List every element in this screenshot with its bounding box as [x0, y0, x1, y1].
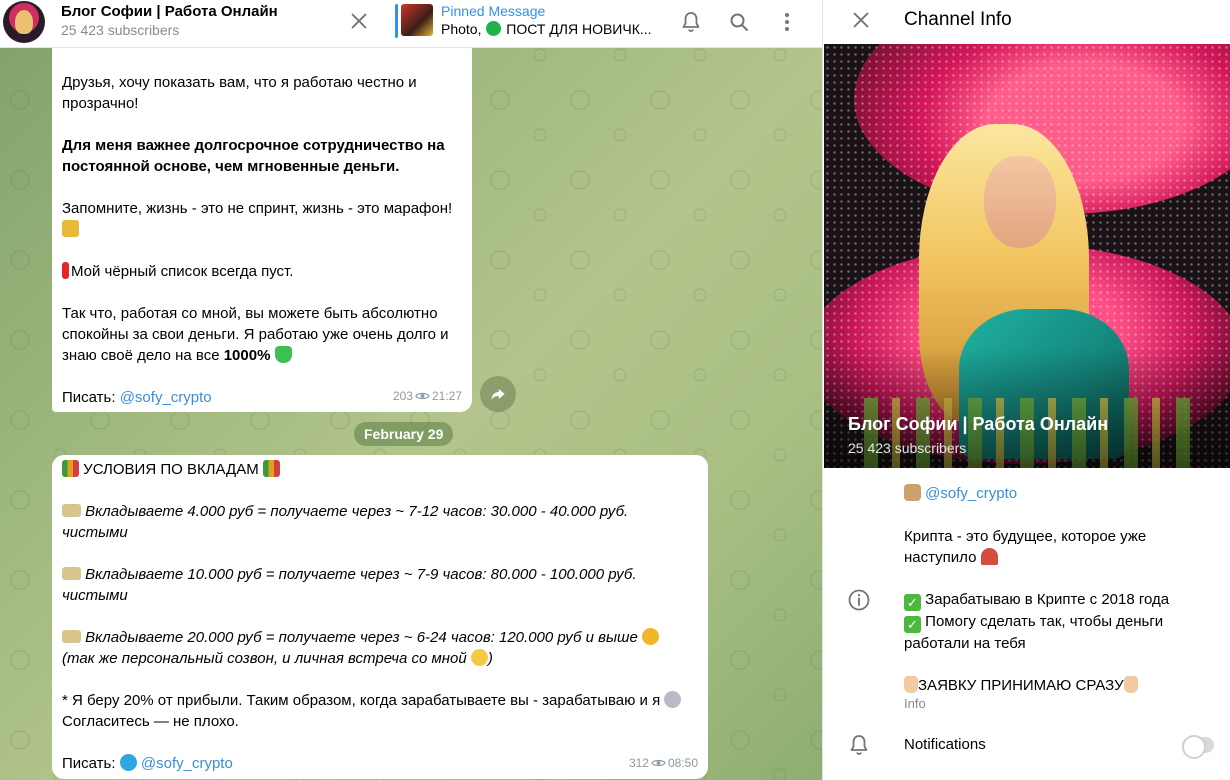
pointing-down-icon	[1123, 676, 1138, 693]
deposit-item: Вкладываете 4.000 руб = получаете через …	[62, 501, 698, 543]
message-title-text: УСЛОВИЯ ПО ВКЛАДАМ	[79, 461, 263, 478]
message-time: 08:50	[667, 756, 698, 770]
message-text: * Я беру 20% от прибыли. Таким образом, …	[62, 690, 698, 732]
channel-username[interactable]: @sofy_crypto	[904, 484, 1017, 502]
message-text: Мой чёрный список всегда пуст.	[62, 261, 462, 282]
description-text: Зарабатываю в Крипте с 2018 года	[925, 591, 1170, 608]
search-icon[interactable]	[724, 7, 754, 37]
message-time: 21:27	[431, 389, 462, 403]
message-text-span: 1000%	[223, 347, 271, 364]
deposit-item-text: (так же персональный созвон, и личная вс…	[62, 650, 471, 667]
message-text: Так что, работая со мной, вы можете быть…	[62, 303, 462, 366]
contact-link[interactable]: @sofy_crypto	[141, 755, 233, 772]
channel-avatar[interactable]	[3, 1, 45, 43]
person-icon	[904, 484, 921, 501]
chart-icon	[62, 460, 79, 477]
more-vertical-icon[interactable]	[772, 7, 802, 37]
message-meta: 312 08:50	[629, 753, 698, 774]
view-count: 203	[392, 389, 413, 403]
contact-link[interactable]: @sofy_crypto	[120, 389, 212, 406]
hero-subscribers: 25 423 subscribers	[848, 440, 967, 456]
deposit-item: Вкладываете 10.000 руб = получаете через…	[62, 564, 698, 606]
chat-header: Блог Софии | Работа Онлайн 25 423 subscr…	[0, 0, 822, 48]
channel-profile-photo[interactable]: Блог Софии | Работа Онлайн 25 423 subscr…	[824, 44, 1230, 468]
bell-icon	[847, 733, 873, 759]
deposit-item-text: Вкладываете 4.000 руб = получаете через …	[62, 503, 629, 541]
money-icon	[62, 567, 81, 580]
money-icon	[62, 630, 81, 643]
info-title: Channel Info	[904, 9, 1012, 30]
pinned-thumbnail[interactable]	[401, 4, 433, 36]
message-text-span: * Я беру 20% от прибыли. Таким образом, …	[62, 692, 665, 709]
green-circle-icon	[486, 21, 502, 36]
deposit-item-text: Вкладываете 20.000 руб = получаете через…	[85, 629, 643, 646]
info-circle-icon	[847, 588, 873, 614]
channel-title[interactable]: Блог Софии | Работа Онлайн	[61, 3, 278, 20]
check-mark-icon: ✓	[904, 594, 921, 611]
rocket-icon	[980, 548, 998, 565]
write-label: Писать:	[62, 389, 120, 406]
pinned-title[interactable]: Pinned Message	[441, 3, 545, 19]
channel-description: Крипта - это будущее, которое уже наступ…	[904, 526, 1204, 696]
hero-channel-name: Блог Софии | Работа Онлайн	[848, 414, 1109, 434]
check-mark-icon: ✓	[904, 616, 921, 633]
write-label: Писать:	[62, 755, 120, 772]
message-text: Друзья, хочу показать вам, что я работаю…	[62, 74, 417, 112]
message-contact: Писать: @sofy_crypto	[62, 753, 698, 774]
pinned-text[interactable]: Photo, ПОСТ ДЛЯ НОВИЧК...	[441, 21, 652, 37]
chart-icon	[262, 460, 280, 477]
message-text: Запомните, жизнь - это не спринт, жизнь …	[62, 198, 462, 240]
date-separator: February 29	[354, 422, 454, 446]
message-meta: 203 21:27	[393, 386, 462, 407]
flexed-biceps-icon	[642, 628, 660, 645]
description-line: ЗАЯВКУ ПРИНИМАЮ СРАЗУ	[904, 675, 1204, 696]
deposit-item-text: Вкладываете 10.000 руб = получаете через…	[62, 566, 637, 604]
bell-icon[interactable]	[676, 7, 706, 37]
pinned-bar	[395, 4, 398, 38]
description-text: ЗАЯВКУ ПРИНИМАЮ СРАЗУ	[918, 677, 1124, 694]
description-text: Помогу сделать так, чтобы деньги работал…	[904, 613, 1164, 652]
info-header: Channel Info	[823, 0, 1230, 44]
money-icon	[62, 504, 81, 517]
trophy-icon	[62, 220, 79, 237]
deposit-item: Вкладываете 20.000 руб = получаете через…	[62, 627, 698, 669]
message-bubble[interactable]: УСЛОВИЯ ПО ВКЛАДАМ Вкладываете 4.000 руб…	[52, 455, 708, 779]
description-line: ✓ Помогу сделать так, чтобы деньги работ…	[904, 611, 1204, 654]
pinned-text-prefix: Photo,	[441, 21, 486, 37]
message-text-span: Мой чёрный список всегда пуст.	[71, 263, 294, 280]
hero-art-face	[984, 156, 1056, 248]
pointing-down-icon	[904, 676, 918, 693]
eye-icon	[651, 759, 666, 767]
pinned-text-suffix: ПОСТ ДЛЯ НОВИЧК...	[502, 21, 652, 37]
telegram-icon	[119, 754, 137, 771]
smiling-face-icon	[470, 649, 488, 666]
forward-button[interactable]	[480, 376, 516, 412]
close-icon[interactable]	[847, 6, 875, 34]
message-text-span: Запомните, жизнь - это не спринт, жизнь …	[62, 200, 453, 217]
notifications-label[interactable]: Notifications	[904, 736, 986, 753]
face-icon	[664, 691, 682, 708]
close-icon[interactable]	[344, 6, 374, 36]
description-line: ✓ Зарабатываю в Крипте с 2018 года	[904, 589, 1204, 611]
info-caption: Info	[904, 696, 926, 711]
chat-area: Блог Софии | Работа Онлайн 25 423 subscr…	[0, 0, 822, 780]
channel-info-panel: Channel Info Блог Софии | Работа Онлайн …	[822, 0, 1230, 780]
share-arrow-icon	[491, 389, 505, 400]
message-title: УСЛОВИЯ ПО ВКЛАДАМ	[62, 459, 698, 480]
message-bubble[interactable]: Друзья, хочу показать вам, что я работаю…	[52, 38, 472, 412]
view-count: 312	[628, 756, 649, 770]
description-line: Крипта - это будущее, которое уже наступ…	[904, 526, 1204, 568]
description-text: Крипта - это будущее, которое уже наступ…	[904, 528, 1147, 566]
exclamation-icon	[62, 262, 69, 279]
channel-subscribers: 25 423 subscribers	[61, 22, 180, 38]
notifications-toggle[interactable]	[1182, 735, 1214, 759]
message-text: Для меня важнее долгосрочное сотрудничес…	[62, 137, 445, 175]
shield-check-icon	[274, 346, 292, 363]
username-link[interactable]: @sofy_crypto	[925, 485, 1017, 502]
message-text-span: Согласитесь — не плохо.	[62, 713, 239, 730]
eye-icon	[415, 392, 430, 400]
